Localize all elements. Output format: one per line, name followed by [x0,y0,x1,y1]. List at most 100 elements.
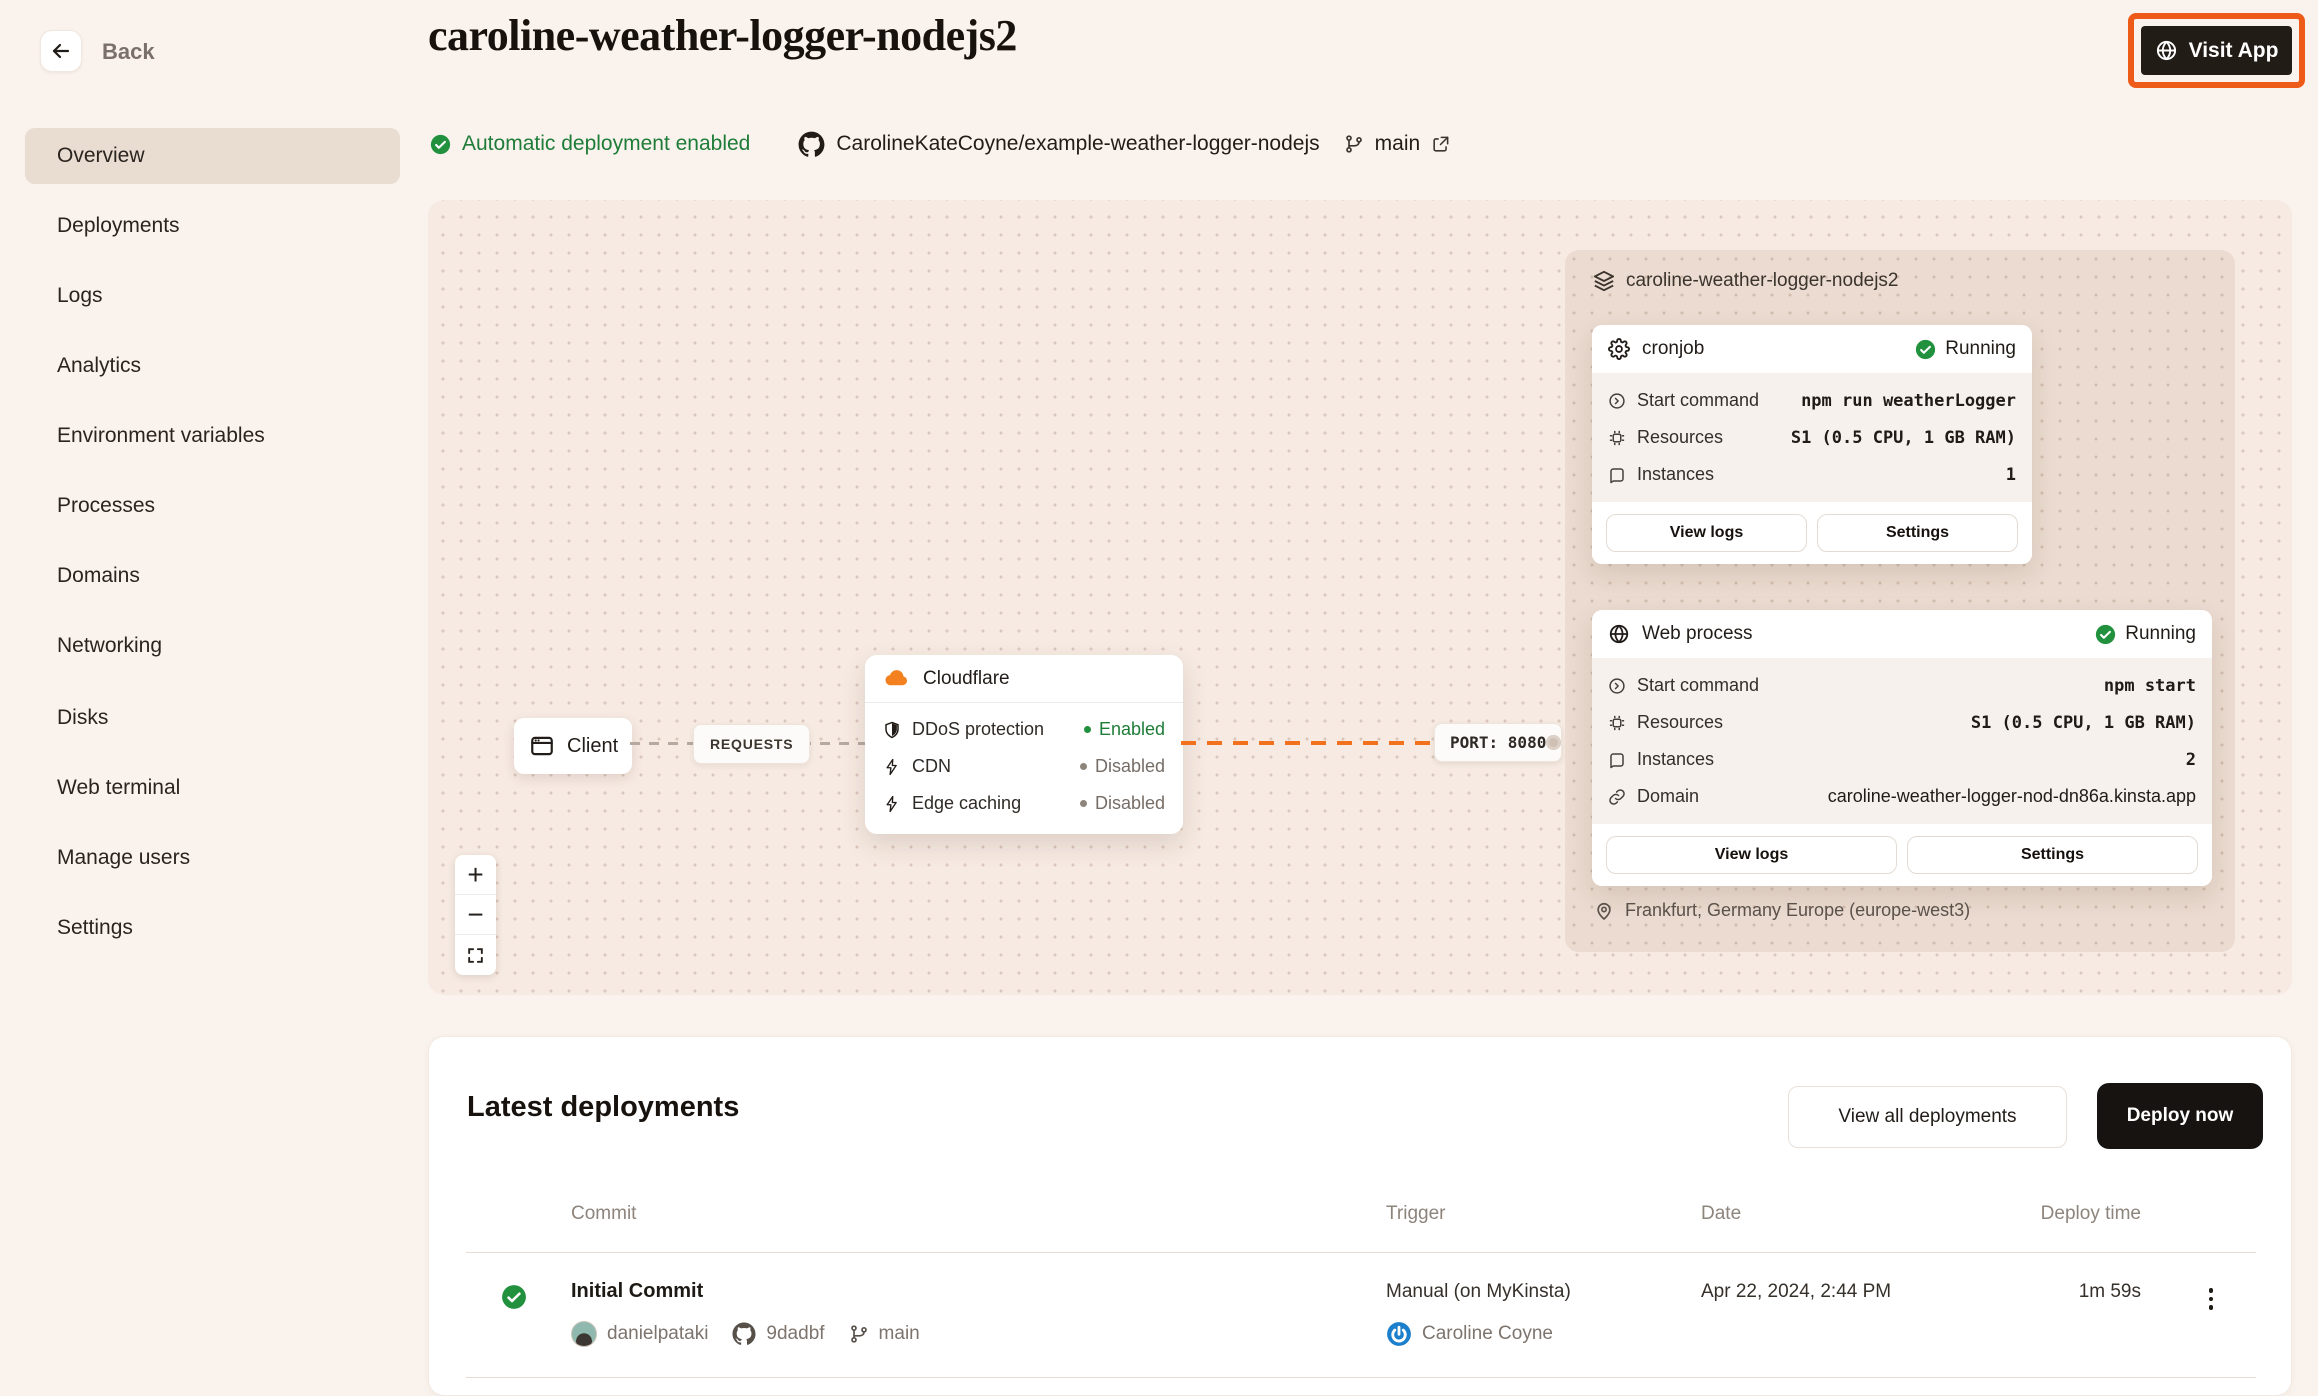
datacenter-location: Frankfurt, Germany Europe (europe-west3) [1594,900,1970,921]
repo-link[interactable]: CarolineKateCoyne/example-weather-logger… [798,131,1320,158]
edge-caching-row: Edge caching Disabled [865,785,1183,822]
domain-label: Domain [1637,786,1700,806]
sidebar-item-domains[interactable]: Domains [25,548,400,604]
sidebar-item-networking[interactable]: Networking [25,618,400,674]
visit-app-button[interactable]: Visit App [2141,26,2292,75]
sidebar-item-overview[interactable]: Overview [25,128,400,184]
instances-value: 1 [2005,464,2016,485]
back-label[interactable]: Back [102,39,155,65]
sidebar-item-analytics[interactable]: Analytics [25,338,400,394]
ddos-protection-label: DDoS protection [912,719,1045,739]
start-command-value: npm start [2103,675,2196,696]
start-command-row: Start command npm run weatherLogger [1608,382,2016,419]
visit-app-label: Visit App [2188,38,2279,62]
sidebar-item-deployments[interactable]: Deployments [25,198,400,254]
datacenter-location-label: Frankfurt, Germany Europe (europe-west3) [1625,900,1971,920]
trigger-user: Caroline Coyne [1422,1323,1553,1344]
start-command-icon [1608,677,1626,695]
cdn-row: CDN Disabled [865,748,1183,785]
check-circle-icon [430,134,451,155]
cronjob-status-badge: Running [1915,338,2016,360]
domain-row: Domain caroline-weather-logger-nod-dn86a… [1608,778,2196,815]
external-link-icon [1431,135,1450,154]
requests-label: REQUESTS [693,724,811,764]
status-dot [1083,726,1091,733]
client-node: Client [514,718,632,774]
edge-caching-label: Edge caching [912,793,1022,813]
resources-value: S1 (0.5 CPU, 1 GB RAM) [1970,712,2196,733]
table-divider [466,1252,2256,1253]
app-group-title: caroline-weather-logger-nodejs2 [1626,270,1899,291]
deploy-date: Apr 22, 2024, 2:44 PM [1701,1281,1892,1302]
shield-icon [883,721,901,739]
row-actions-menu-button[interactable] [2191,1277,2231,1321]
view-all-deployments-button[interactable]: View all deployments [1788,1086,2067,1148]
branch-link[interactable]: main [1344,132,1451,156]
sidebar-item-web-terminal[interactable]: Web terminal [25,760,400,816]
deploy-now-button[interactable]: Deploy now [2097,1083,2263,1149]
sidebar-item-logs[interactable]: Logs [25,268,400,324]
check-circle-icon [2095,624,2116,645]
location-pin-icon [1594,901,1614,921]
web-process-status: Running [2125,623,2196,644]
sidebar-item-processes[interactable]: Processes [25,478,400,534]
column-header-trigger: Trigger [1386,1203,1446,1224]
domain-value: caroline-weather-logger-nod-dn86a.kinsta… [1827,786,2196,806]
zoom-out-button[interactable]: − [455,895,496,935]
sidebar-item-settings[interactable]: Settings [25,900,400,956]
web-process-view-logs-button[interactable]: View logs [1606,836,1897,874]
table-divider [466,1377,2256,1378]
sidebar-item-disks[interactable]: Disks [25,690,400,746]
cloudflare-cloud-icon [883,665,910,692]
browser-window-icon [529,733,555,759]
visit-app-highlight-frame: Visit App [2128,13,2305,88]
fullscreen-button[interactable] [455,935,496,975]
commit-branch: main [878,1323,920,1344]
back-button[interactable] [40,30,82,72]
edge-caching-status: Disabled [1094,793,1165,813]
chip-icon [1608,429,1626,447]
author-avatar [571,1321,597,1347]
web-process-settings-button[interactable]: Settings [1907,836,2198,874]
column-header-deploy-time: Deploy time [2040,1203,2141,1224]
ddos-protection-row: DDoS protection Enabled [865,711,1183,748]
auto-deploy-status: Automatic deployment enabled [430,132,750,156]
fullscreen-icon [466,946,485,965]
commit-title: Initial Commit [571,1280,704,1302]
port-label: PORT: 8080 [1434,723,1563,762]
status-dot [1079,763,1087,770]
network-diagram-canvas[interactable]: Client REQUESTS Cloudflare DDoS protecti… [428,200,2292,995]
mykinsta-user-icon [1386,1321,1412,1347]
cloudflare-title: Cloudflare [923,667,1010,689]
zoom-in-button[interactable]: + [455,855,496,895]
globe-icon [1608,623,1630,645]
resources-row: Resources S1 (0.5 CPU, 1 GB RAM) [1608,419,2016,456]
instances-label: Instances [1637,464,1715,484]
chip-icon [1608,714,1626,732]
start-command-label: Start command [1637,675,1760,695]
start-command-icon [1608,392,1626,410]
deploy-success-icon [501,1284,527,1310]
git-branch-icon [1344,134,1364,154]
web-process-title: Web process [1642,623,1753,644]
sidebar-item-environment-variables[interactable]: Environment variables [25,408,400,464]
resources-label: Resources [1637,712,1724,732]
arrow-left-icon [49,39,73,63]
sidebar-item-manage-users[interactable]: Manage users [25,830,400,886]
start-command-label: Start command [1637,390,1760,410]
web-process-card: Web process Running Start command npm st… [1592,610,2212,886]
layers-icon [1593,270,1615,292]
web-process-status-badge: Running [2095,623,2196,645]
cronjob-view-logs-button[interactable]: View logs [1606,514,1807,552]
branch-name: main [1374,132,1421,155]
github-icon [798,131,825,158]
app-group-panel: caroline-weather-logger-nodejs2 cronjob … [1565,250,2235,952]
instances-value: 2 [2185,749,2196,770]
git-branch-icon [849,1324,869,1344]
instances-label: Instances [1637,749,1715,769]
mykinsta-app-overview-page: { "header": { "back_label": "Back", "tit… [0,0,2318,1396]
start-command-value: npm run weatherLogger [1801,390,2016,411]
cronjob-settings-button[interactable]: Settings [1817,514,2018,552]
commit-hash: 9dadbf [766,1323,825,1344]
instances-row: Instances 2 [1608,741,2196,778]
